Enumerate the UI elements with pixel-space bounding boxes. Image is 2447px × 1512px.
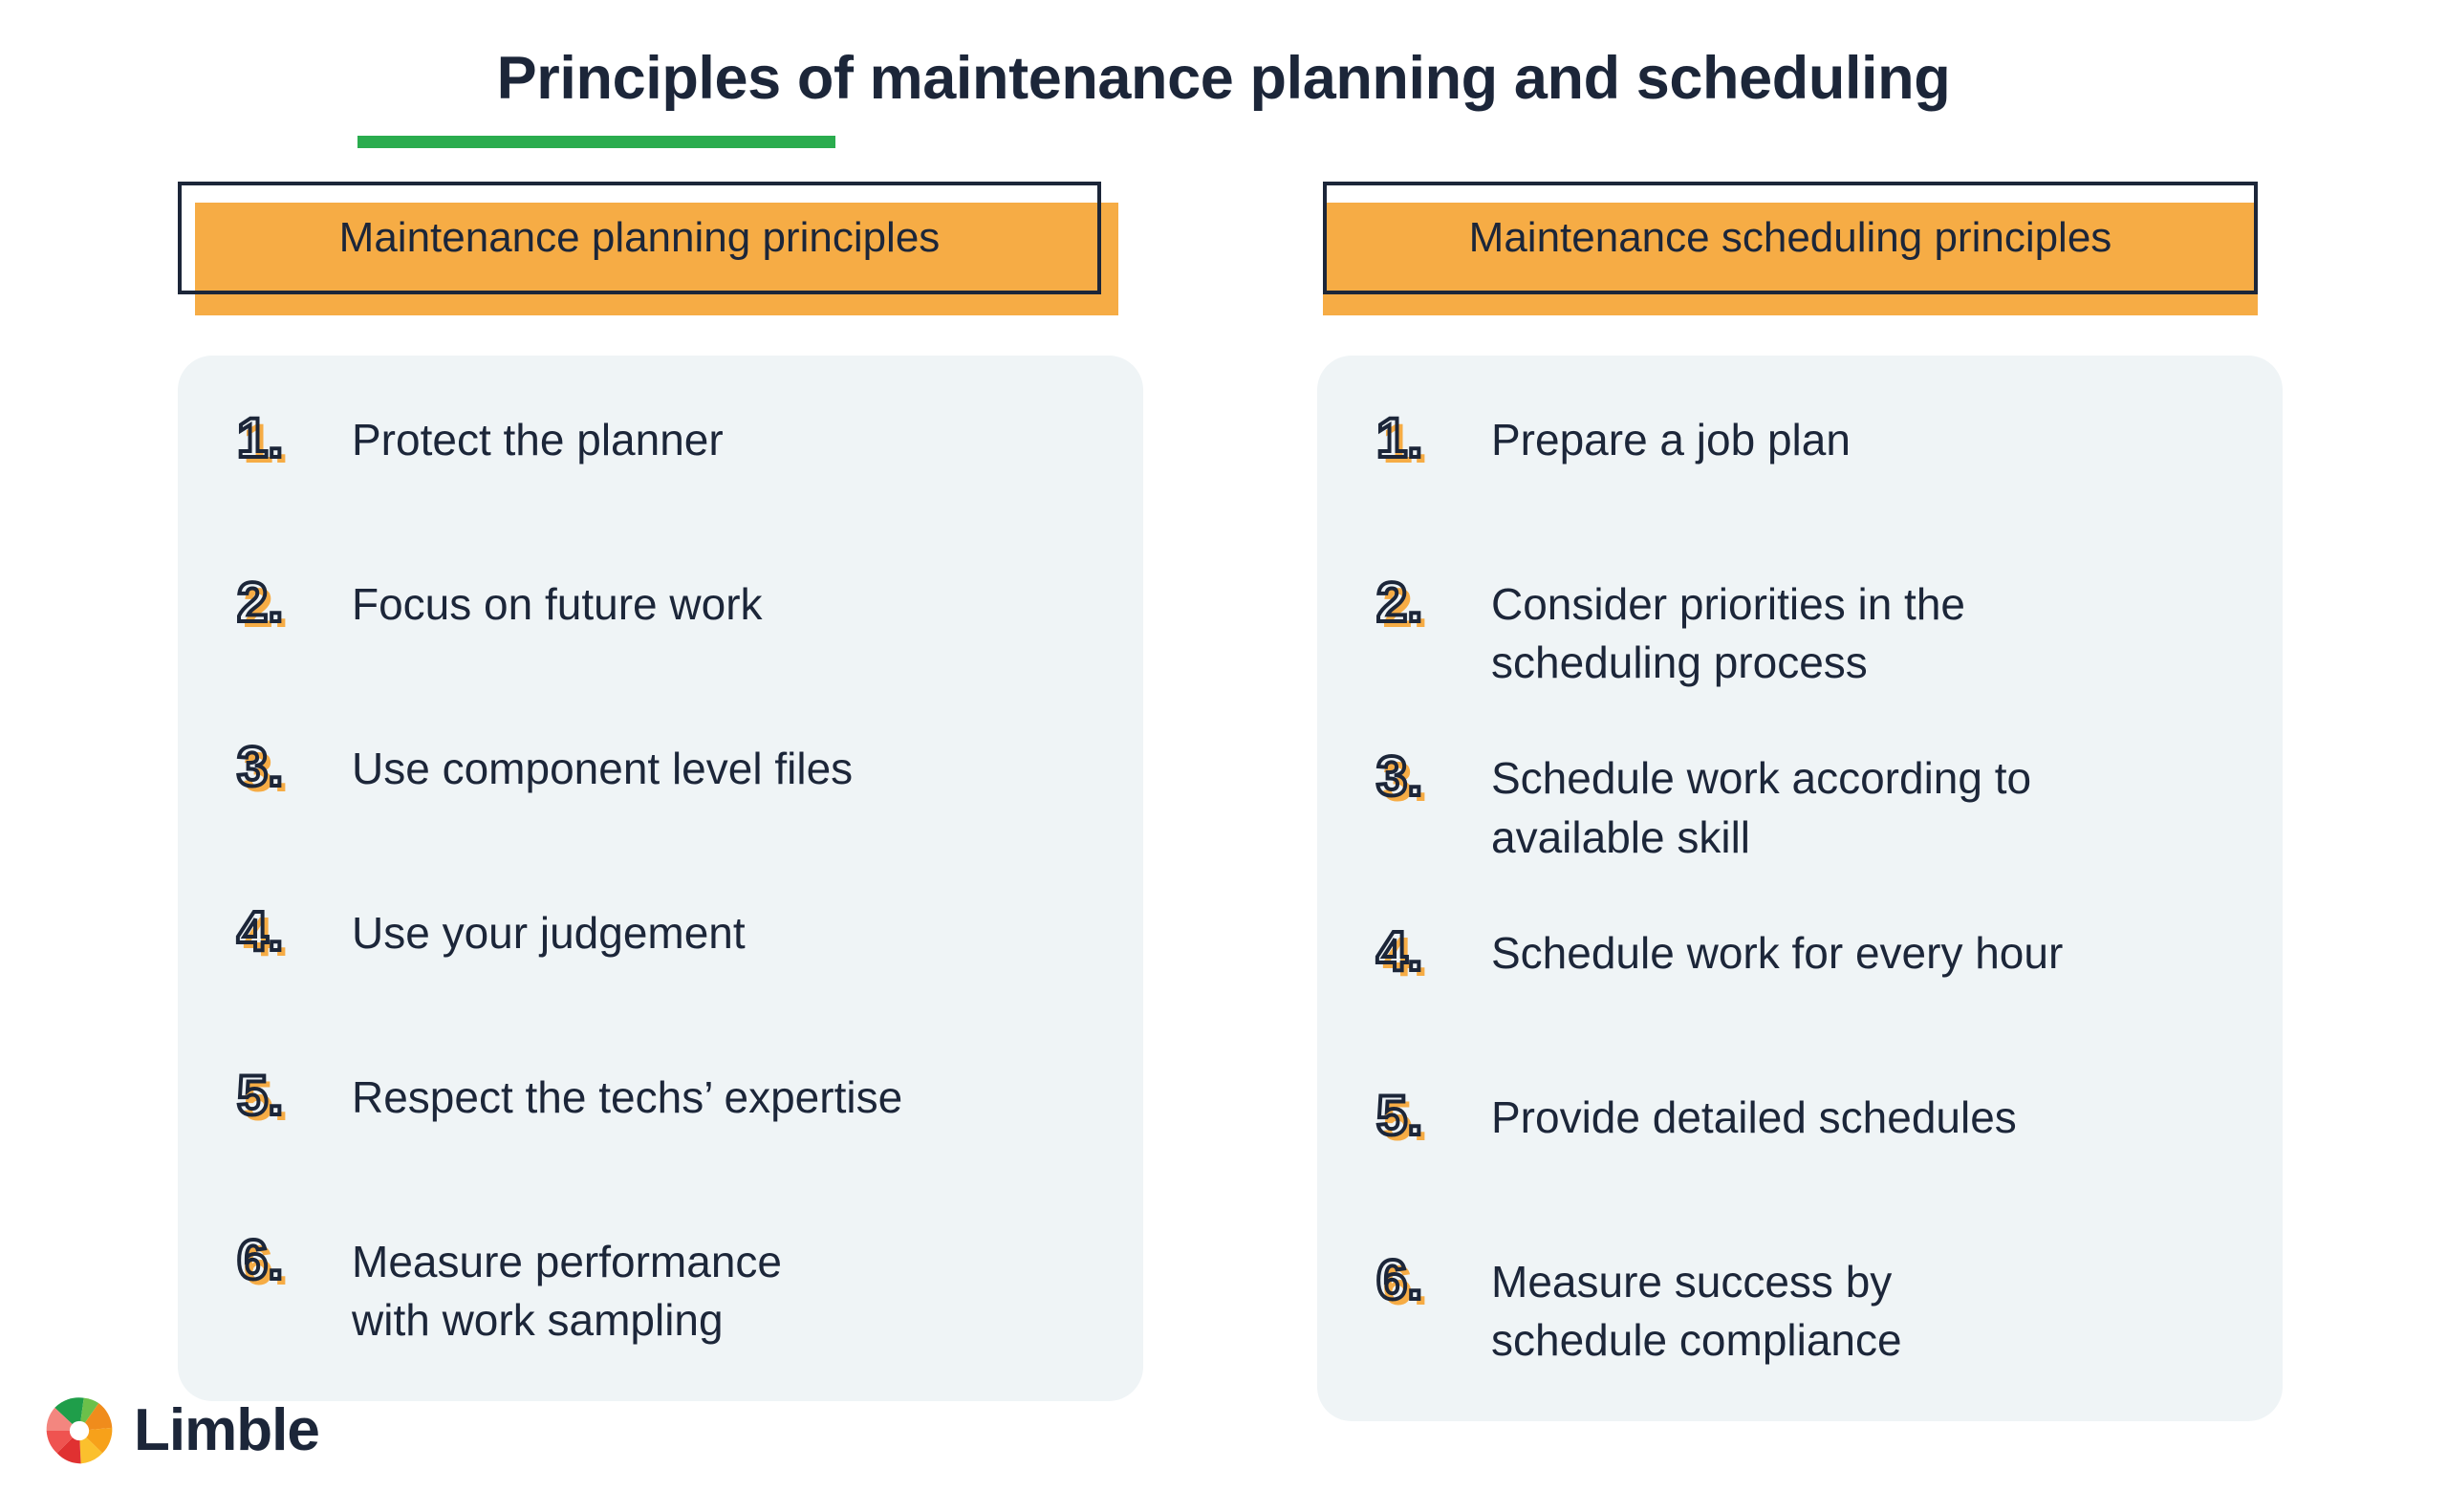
list-item-text: Measure performance with work sampling <box>352 1237 782 1346</box>
scheduling-principles-list: 1. 1. Prepare a job plan 2. 2. Consider prior… <box>1350 407 2250 1370</box>
list-item-text: Consider priorities in the scheduling pro… <box>1491 579 1966 688</box>
list-item-number: 3. 3. <box>210 736 352 814</box>
list-item-number: 5. 5. <box>210 1065 352 1143</box>
list-item: 6. 6. Measure performance with work samplin… <box>210 1229 1111 1350</box>
list-item-text: Use your judgement <box>352 908 746 958</box>
list-item: 2. 2. Focus on future work <box>210 572 1111 682</box>
list-item-number-outline: 2. <box>1375 572 1424 634</box>
list-item: 5. 5. Provide detailed schedules <box>1350 1085 2250 1196</box>
list-item-number: 1. 1. <box>210 407 352 486</box>
list-item-number-outline: 4. <box>1375 919 1424 983</box>
list-item: 2. 2. Consider priorities in the scheduling… <box>1350 572 2250 692</box>
list-item-number: 3. 3. <box>1350 745 1491 824</box>
list-item-number: 4. 4. <box>1350 919 1491 999</box>
list-item: 1. 1. Protect the planner <box>210 407 1111 518</box>
plaque-outline-box: Maintenance planning principles <box>178 182 1101 294</box>
column-planning: Maintenance planning principles 1. 1. Prot… <box>178 182 1143 1402</box>
limble-logo[interactable]: Limble <box>42 1393 320 1468</box>
list-item-number-outline: 1. <box>235 407 285 469</box>
limble-gear-icon <box>42 1393 117 1468</box>
list-item-text: Respect the techs’ expertise <box>352 1072 903 1122</box>
list-item-number: 6. 6. <box>210 1229 352 1307</box>
list-item: 6. 6. Measure success by schedule complianc… <box>1350 1249 2250 1370</box>
list-item-number-outline: 4. <box>235 900 285 962</box>
list-item-number-outline: 3. <box>235 736 285 798</box>
list-item: 5. 5. Respect the techs’ expertise <box>210 1065 1111 1176</box>
list-item-number: 5. 5. <box>1350 1084 1491 1163</box>
list-item-text: Focus on future work <box>352 579 763 629</box>
list-item-number-outline: 6. <box>1375 1248 1424 1311</box>
list-item-number: 2. 2. <box>1350 572 1491 650</box>
planning-header-label: Maintenance planning principles <box>338 214 941 261</box>
list-item: 3. 3. Schedule work according to available … <box>1350 745 2250 866</box>
column-scheduling: Maintenance scheduling principles 1. 1. Pr… <box>1317 182 2283 1422</box>
list-item-number-outline: 5. <box>1375 1084 1424 1147</box>
list-item-number-outline: 6. <box>235 1229 285 1291</box>
list-item-number-outline: 5. <box>235 1065 285 1127</box>
plaque-outline-box: Maintenance scheduling principles <box>1323 182 2258 294</box>
list-item-number: 1. 1. <box>1350 407 1491 486</box>
scheduling-header-plaque: Maintenance scheduling principles <box>1317 182 2283 315</box>
list-item: 3. 3. Use component level files <box>210 736 1111 847</box>
list-item: 1. 1. Prepare a job plan <box>1350 407 2250 518</box>
planning-principles-list: 1. 1. Protect the planner 2. 2. Focus on futu… <box>210 407 1111 1350</box>
list-item: 4. 4. Use your judgement <box>210 900 1111 1011</box>
list-item-text: Measure success by schedule compliance <box>1491 1256 1902 1365</box>
list-item-number-outline: 3. <box>1375 745 1424 809</box>
planning-panel: 1. 1. Protect the planner 2. 2. Focus on futu… <box>178 356 1143 1402</box>
list-item-text: Schedule work for every hour <box>1491 927 2064 978</box>
list-item-text: Use component level files <box>352 744 854 793</box>
list-item-number-outline: 1. <box>1375 407 1424 469</box>
list-item-text: Provide detailed schedules <box>1491 1091 2017 1142</box>
scheduling-header-label: Maintenance scheduling principles <box>1468 214 2112 261</box>
planning-header-plaque: Maintenance planning principles <box>178 182 1143 315</box>
scheduling-panel: 1. 1. Prepare a job plan 2. 2. Consider prior… <box>1317 356 2283 1422</box>
list-item-text: Prepare a job plan <box>1491 415 1851 464</box>
list-item: 4. 4. Schedule work for every hour <box>1350 920 2250 1031</box>
list-item-text: Protect the planner <box>352 415 724 464</box>
list-item-number-outline: 2. <box>235 572 285 634</box>
list-item-number: 4. 4. <box>210 900 352 979</box>
list-item-number: 2. 2. <box>210 572 352 650</box>
list-item-text: Schedule work according to available skil… <box>1491 753 2032 862</box>
list-item-number: 6. 6. <box>1350 1248 1491 1328</box>
limble-wordmark: Limble <box>134 1397 320 1463</box>
principles-columns: Maintenance planning principles 1. 1. Prot… <box>0 0 2447 1512</box>
